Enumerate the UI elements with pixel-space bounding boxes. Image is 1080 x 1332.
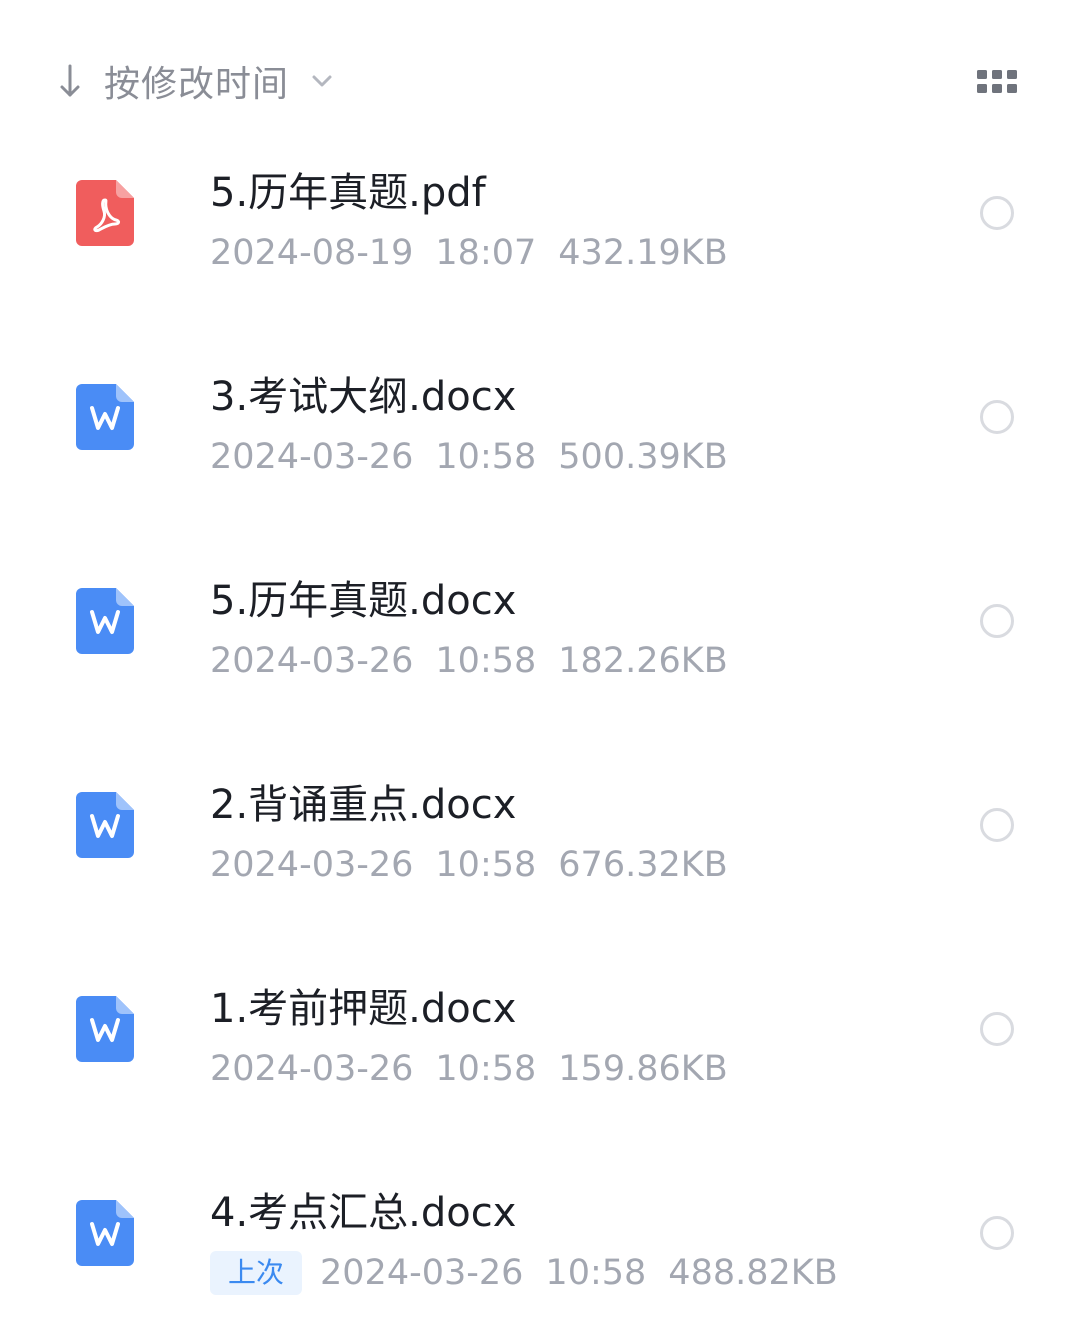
file-list: 5.历年真题.pdf 2024-08-19 18:07 432.19KB 3.考…	[0, 146, 1080, 1332]
select-checkbox[interactable]	[980, 1012, 1014, 1046]
file-date: 2024-03-26	[210, 1049, 414, 1089]
file-size: 500.39KB	[558, 437, 728, 477]
view-toggle-button[interactable]	[972, 64, 1022, 100]
file-row[interactable]: 2.背诵重点.docx 2024-03-26 10:58 676.32KB	[0, 758, 1080, 962]
file-name: 1.考前押题.docx	[210, 986, 517, 1032]
file-time: 10:58	[435, 437, 537, 477]
file-meta: 2024-03-26 10:58 500.39KB	[210, 434, 728, 480]
word-file-icon	[76, 588, 134, 654]
select-checkbox[interactable]	[980, 604, 1014, 638]
file-time: 10:58	[435, 641, 537, 681]
file-name: 4.考点汇总.docx	[210, 1190, 517, 1236]
file-row[interactable]: 5.历年真题.pdf 2024-08-19 18:07 432.19KB	[0, 146, 1080, 350]
sort-bar: 按修改时间	[0, 0, 1080, 150]
select-checkbox[interactable]	[980, 808, 1014, 842]
chevron-down-icon	[312, 75, 332, 87]
file-date: 2024-03-26	[210, 845, 414, 885]
file-meta: 上次 2024-03-26 10:58 488.82KB	[210, 1250, 838, 1296]
file-meta: 2024-03-26 10:58 182.26KB	[210, 638, 728, 684]
file-meta: 2024-03-26 10:58 159.86KB	[210, 1046, 728, 1092]
word-file-icon	[76, 792, 134, 858]
file-row[interactable]: 1.考前押题.docx 2024-03-26 10:58 159.86KB	[0, 962, 1080, 1166]
file-name: 5.历年真题.pdf	[210, 170, 486, 216]
file-date: 2024-03-26	[320, 1253, 524, 1293]
file-size: 488.82KB	[668, 1253, 838, 1293]
file-size: 159.86KB	[558, 1049, 728, 1089]
word-file-icon	[76, 996, 134, 1062]
file-list-page: 按修改时间 5.历年真题.pdf 2024-08-19 18:07 432.19…	[0, 0, 1080, 1332]
file-name: 5.历年真题.docx	[210, 578, 517, 624]
recent-badge: 上次	[210, 1251, 303, 1295]
file-size: 432.19KB	[558, 233, 728, 273]
file-row[interactable]: 5.历年真题.docx 2024-03-26 10:58 182.26KB	[0, 554, 1080, 758]
file-time: 10:58	[435, 1049, 537, 1089]
file-name: 3.考试大纲.docx	[210, 374, 517, 420]
file-row[interactable]: 3.考试大纲.docx 2024-03-26 10:58 500.39KB	[0, 350, 1080, 554]
file-time: 18:07	[435, 233, 537, 273]
file-name: 2.背诵重点.docx	[210, 782, 517, 828]
file-time: 10:58	[545, 1253, 647, 1293]
pdf-file-icon	[76, 180, 134, 246]
sort-label: 按修改时间	[104, 64, 290, 105]
select-checkbox[interactable]	[980, 400, 1014, 434]
select-checkbox[interactable]	[980, 1216, 1014, 1250]
file-size: 676.32KB	[558, 845, 728, 885]
file-meta: 2024-03-26 10:58 676.32KB	[210, 842, 728, 888]
word-file-icon	[76, 1200, 134, 1266]
file-date: 2024-03-26	[210, 641, 414, 681]
file-row[interactable]: 4.考点汇总.docx 上次 2024-03-26 10:58 488.82KB	[0, 1166, 1080, 1332]
file-meta: 2024-08-19 18:07 432.19KB	[210, 230, 728, 276]
file-time: 10:58	[435, 845, 537, 885]
select-checkbox[interactable]	[980, 196, 1014, 230]
grid-view-icon	[977, 70, 1017, 93]
sort-order-button[interactable]: 按修改时间	[56, 52, 333, 110]
word-file-icon	[76, 384, 134, 450]
arrow-down-icon	[60, 64, 80, 97]
file-date: 2024-03-26	[210, 437, 414, 477]
file-size: 182.26KB	[558, 641, 728, 681]
file-date: 2024-08-19	[210, 233, 414, 273]
